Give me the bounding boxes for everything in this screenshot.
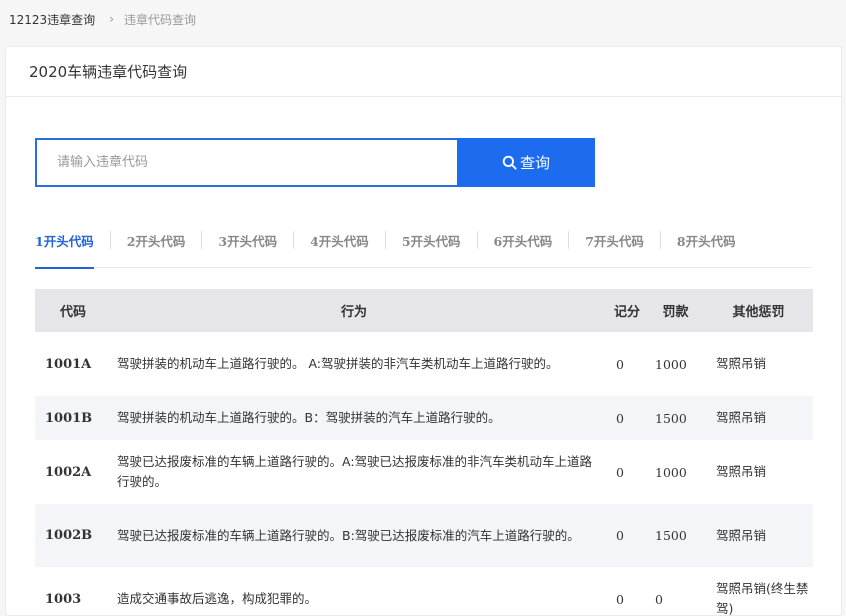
search-input[interactable] xyxy=(35,138,457,187)
header-points: 记分 xyxy=(613,305,640,320)
row-other-penalty: 驾照吊销 xyxy=(716,410,767,425)
breadcrumb: 12123违章查询 › 违章代码查询 xyxy=(0,0,846,38)
search-icon xyxy=(502,155,517,170)
table-header: 代码 行为 记分 罚款 其他惩罚 xyxy=(35,289,813,332)
row-other-penalty: 驾照吊销 xyxy=(716,356,767,371)
row-action: 驾驶拼装的机动车上道路行驶的。 A:驾驶拼装的非汽车类机动车上道路行驶的。 xyxy=(117,356,559,371)
table-row: 1003 造成交通事故后逃逸，构成犯罪的。 0 0 驾照吊销(终生禁驾) xyxy=(35,567,813,616)
tab-6-prefix[interactable]: 6开头代码 xyxy=(494,217,553,268)
row-code: 1003 xyxy=(45,591,82,607)
tab-divider xyxy=(476,231,478,249)
tab-2-prefix[interactable]: 2开头代码 xyxy=(127,217,186,268)
row-action: 驾驶已达报废标准的车辆上道路行驶的。A:驾驶已达报废标准的非汽车类机动车上道路行… xyxy=(117,454,593,489)
tab-divider xyxy=(109,231,111,249)
breadcrumb-current: 违章代码查询 xyxy=(124,12,197,27)
row-points: 0 xyxy=(616,410,624,426)
header-code: 代码 xyxy=(59,305,86,320)
tab-divider xyxy=(659,231,661,249)
tab-7-prefix[interactable]: 7开头代码 xyxy=(585,217,644,268)
row-fine: 1500 xyxy=(655,410,687,426)
row-other-penalty: 驾照吊销(终生禁驾) xyxy=(716,581,809,616)
tab-1-prefix[interactable]: 1开头代码 xyxy=(35,217,94,269)
tab-divider xyxy=(201,231,203,249)
row-fine: 1000 xyxy=(655,464,687,480)
page-title: 2020车辆违章代码查询 xyxy=(6,47,841,97)
header-action: 行为 xyxy=(340,305,367,320)
row-action: 造成交通事故后逃逸，构成犯罪的。 xyxy=(117,591,318,606)
row-fine: 0 xyxy=(655,591,663,607)
row-code: 1002A xyxy=(45,464,92,480)
row-points: 0 xyxy=(616,464,624,480)
breadcrumb-home-link[interactable]: 12123违章查询 xyxy=(9,11,95,28)
tab-5-prefix[interactable]: 5开头代码 xyxy=(402,217,461,268)
table-row: 1002A 驾驶已达报废标准的车辆上道路行驶的。A:驾驶已达报废标准的非汽车类机… xyxy=(35,440,813,504)
search-button[interactable]: 查询 xyxy=(457,138,595,187)
row-points: 0 xyxy=(616,528,624,543)
tab-divider xyxy=(293,231,295,249)
row-code: 1001B xyxy=(45,410,93,426)
row-code: 1001A xyxy=(45,356,92,372)
breadcrumb-separator: › xyxy=(109,12,114,26)
tab-3-prefix[interactable]: 3开头代码 xyxy=(218,217,277,268)
row-points: 0 xyxy=(616,356,624,372)
row-action: 驾驶拼装的机动车上道路行驶的。B：驾驶拼装的汽车上道路行驶的。 xyxy=(117,410,501,425)
row-points: 0 xyxy=(616,591,624,607)
tab-4-prefix[interactable]: 4开头代码 xyxy=(310,217,369,268)
row-code: 1002B xyxy=(45,528,93,543)
header-fine: 罚款 xyxy=(662,305,689,320)
tab-divider xyxy=(384,231,386,249)
table-row: 1001A 驾驶拼装的机动车上道路行驶的。 A:驾驶拼装的非汽车类机动车上道路行… xyxy=(35,332,813,396)
tab-divider xyxy=(568,231,570,249)
search-bar: 查询 xyxy=(35,138,595,187)
row-other-penalty: 驾照吊销 xyxy=(716,464,767,479)
content-card: 2020车辆违章代码查询 查询 1开头代码 2开头代码 3开头代码 4开头代码 … xyxy=(5,46,842,616)
header-other-penalty: 其他惩罚 xyxy=(732,305,785,320)
row-action: 驾驶已达报废标准的车辆上道路行驶的。B:驾驶已达报废标准的汽车上道路行驶的。 xyxy=(117,527,580,543)
row-fine: 1000 xyxy=(655,356,687,372)
tab-8-prefix[interactable]: 8开头代码 xyxy=(677,217,736,268)
row-fine: 1500 xyxy=(655,528,687,543)
violation-code-table: 代码 行为 记分 罚款 其他惩罚 1001A 驾驶拼装的机动车上道路行驶的。 A… xyxy=(35,289,813,616)
table-row: 1002B 驾驶已达报废标准的车辆上道路行驶的。B:驾驶已达报废标准的汽车上道路… xyxy=(35,504,813,567)
search-button-label: 查询 xyxy=(519,154,550,172)
code-prefix-tabs: 1开头代码 2开头代码 3开头代码 4开头代码 5开头代码 6开头代码 7开头代… xyxy=(35,217,811,269)
row-other-penalty: 驾照吊销 xyxy=(716,527,767,543)
table-row: 1001B 驾驶拼装的机动车上道路行驶的。B：驾驶拼装的汽车上道路行驶的。 0 … xyxy=(35,396,813,440)
